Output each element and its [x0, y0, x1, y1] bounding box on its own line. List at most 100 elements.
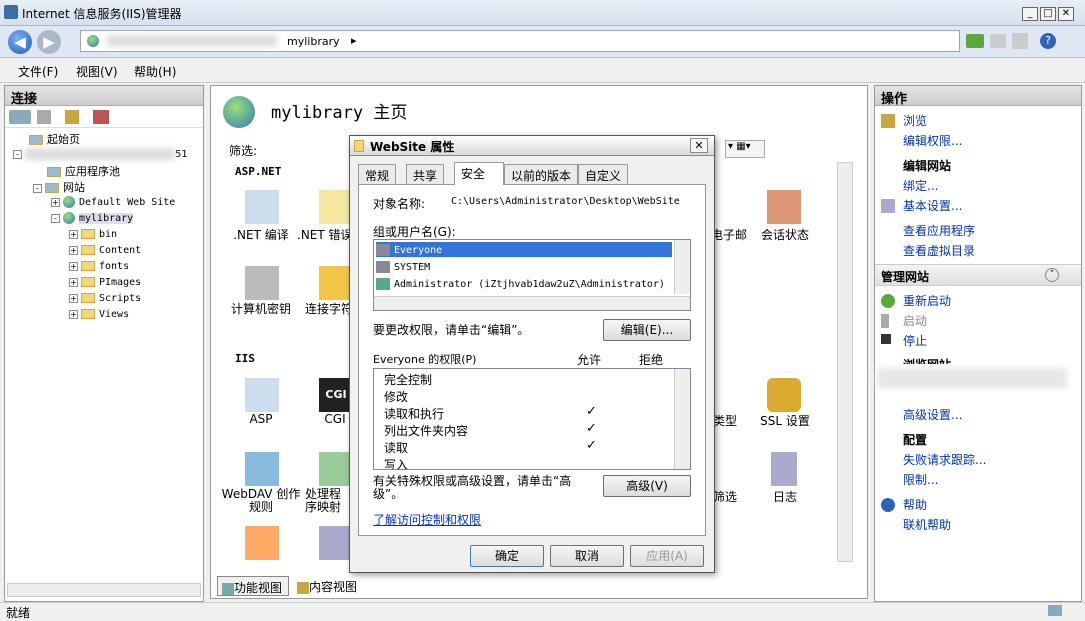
- feature-webdav[interactable]: WebDAV 创作规则: [221, 488, 301, 514]
- dialog-close-button[interactable]: ✕: [690, 138, 708, 153]
- users-hscrollbar[interactable]: [374, 296, 690, 310]
- refresh-icon[interactable]: [966, 34, 984, 48]
- tree-item-content[interactable]: + Content: [69, 243, 141, 256]
- ssl-lock-icon[interactable]: [767, 378, 801, 412]
- action-online-help[interactable]: 联机帮助: [903, 516, 951, 533]
- cancel-button[interactable]: 取消: [550, 545, 624, 567]
- session-state-icon[interactable]: [767, 190, 801, 224]
- machine-key-icon[interactable]: [245, 266, 279, 300]
- perm-row: 列出文件夹内容: [384, 424, 469, 438]
- feature-mime-partial[interactable]: 类型: [713, 412, 743, 429]
- tree-item-views[interactable]: + Views: [69, 307, 129, 320]
- action-start[interactable]: 启动: [903, 312, 927, 329]
- disconnect-icon[interactable]: [93, 110, 109, 124]
- feature-handlers[interactable]: 处理程序映射: [305, 488, 351, 514]
- handler-mappings-icon[interactable]: [319, 452, 353, 486]
- authentication-icon[interactable]: [245, 526, 279, 560]
- menu-file[interactable]: 文件(F): [18, 63, 58, 80]
- collapse-icon[interactable]: ˄: [1045, 268, 1059, 282]
- action-limits[interactable]: 限制...: [903, 471, 938, 488]
- action-help[interactable]: 帮助: [903, 496, 927, 513]
- tab-custom[interactable]: 自定义: [578, 164, 629, 184]
- up-icon[interactable]: [65, 110, 79, 124]
- stop-icon[interactable]: [990, 34, 1006, 48]
- action-failed-tracing[interactable]: 失败请求跟踪...: [903, 451, 986, 468]
- feature-ssl[interactable]: SSL 设置: [745, 412, 825, 429]
- group-by-dropdown[interactable]: ▾ ▦▾: [725, 140, 765, 158]
- content-view-tab[interactable]: 内容视图: [293, 576, 367, 596]
- edit-button[interactable]: 编辑(E)...: [603, 319, 691, 341]
- apply-button[interactable]: 应用(A): [630, 545, 704, 567]
- tree-item-fonts[interactable]: + fonts: [69, 259, 129, 272]
- tree-item-mylibrary[interactable]: - mylibrary: [51, 211, 134, 224]
- authorization-icon[interactable]: [319, 526, 353, 560]
- actions-header: 操作: [875, 86, 1081, 107]
- tree-item-default-site[interactable]: + Default Web Site: [51, 195, 175, 208]
- maximize-button[interactable]: □: [1040, 7, 1056, 21]
- tab-sharing[interactable]: 共享: [406, 164, 445, 184]
- action-view-vdirs[interactable]: 查看虚拟目录: [903, 242, 975, 259]
- net-compile-icon[interactable]: [245, 190, 279, 224]
- net-error-icon[interactable]: [319, 190, 353, 224]
- cgi-icon[interactable]: CGI: [319, 378, 353, 412]
- user-administrator[interactable]: Administrator (iZtjhvab1daw2uZ\Administr…: [376, 276, 665, 291]
- address-path[interactable]: mylibrary ▸: [80, 30, 960, 52]
- learn-link[interactable]: 了解访问控制和权限: [373, 511, 481, 528]
- menu-view[interactable]: 视图(V): [76, 63, 118, 80]
- users-list[interactable]: Everyone SYSTEM Administrator (iZtjhvab1…: [373, 239, 691, 311]
- action-edit-permissions[interactable]: 编辑权限...: [903, 132, 962, 149]
- address-segment[interactable]: mylibrary: [287, 35, 340, 48]
- feature-asp[interactable]: ASP: [221, 412, 301, 426]
- tree-item-server[interactable]: -51: [13, 147, 188, 160]
- users-scrollbar[interactable]: [674, 240, 690, 294]
- save-icon[interactable]: [37, 110, 51, 124]
- action-view-apps[interactable]: 查看应用程序: [903, 222, 975, 239]
- groups-label: 组或用户名(G):: [373, 225, 456, 239]
- action-advanced-settings[interactable]: 高级设置...: [903, 406, 962, 423]
- connection-strings-icon[interactable]: [319, 266, 353, 300]
- action-browse[interactable]: 浏览: [903, 112, 927, 129]
- feature-session-state[interactable]: 会话状态: [745, 226, 825, 243]
- action-bindings[interactable]: 绑定...: [903, 177, 938, 194]
- minimize-button[interactable]: _: [1022, 7, 1038, 21]
- tab-security[interactable]: 安全: [454, 162, 504, 185]
- action-restart[interactable]: 重新启动: [903, 292, 951, 309]
- help-icon[interactable]: ?: [1040, 33, 1056, 49]
- vertical-scrollbar[interactable]: [837, 162, 853, 562]
- advanced-button[interactable]: 高级(V): [603, 475, 691, 497]
- feature-filter-partial[interactable]: 筛选: [713, 488, 743, 505]
- tree-item-scripts[interactable]: + Scripts: [69, 291, 141, 304]
- action-basic-settings[interactable]: 基本设置...: [903, 197, 962, 214]
- user-group-icon: [376, 243, 390, 256]
- permissions-scrollbar[interactable]: [674, 369, 690, 469]
- home-icon[interactable]: [1012, 33, 1028, 49]
- feature-machine-key[interactable]: 计算机密钥: [221, 300, 301, 317]
- tree-item-pimages[interactable]: + PImages: [69, 275, 141, 288]
- feature-log[interactable]: 日志: [745, 488, 825, 505]
- tree-item-sites[interactable]: - 网站: [33, 179, 85, 195]
- tree-item-bin[interactable]: + bin: [69, 227, 117, 240]
- tree-item-apppools[interactable]: 应用程序池: [47, 163, 120, 179]
- features-view-tab[interactable]: 功能视图: [217, 576, 289, 596]
- tab-general[interactable]: 常规: [358, 164, 397, 184]
- ok-button[interactable]: 确定: [470, 545, 544, 567]
- user-system[interactable]: SYSTEM: [376, 259, 430, 274]
- tree-item-start[interactable]: 起始页: [29, 131, 80, 147]
- feature-net-compile[interactable]: .NET 编译: [221, 226, 301, 243]
- user-everyone[interactable]: Everyone: [376, 242, 672, 257]
- log-icon[interactable]: [771, 452, 797, 486]
- webdav-icon[interactable]: [245, 452, 279, 486]
- asp-icon[interactable]: [245, 378, 279, 412]
- back-button[interactable]: ◀: [8, 30, 32, 54]
- browse-site-header: 浏览网站: [903, 356, 951, 364]
- action-stop[interactable]: 停止: [903, 332, 927, 349]
- tab-previous-versions[interactable]: 以前的版本: [504, 164, 579, 184]
- allow-header: 允许: [577, 353, 602, 367]
- horizontal-scrollbar[interactable]: [7, 583, 201, 597]
- chevron-right-icon[interactable]: ▸: [351, 34, 357, 47]
- menu-help[interactable]: 帮助(H): [134, 63, 176, 80]
- close-button[interactable]: ✕: [1058, 7, 1074, 21]
- connect-icon[interactable]: [9, 110, 31, 124]
- forward-button[interactable]: ▶: [37, 30, 61, 54]
- dialog-title: WebSite 属性: [370, 140, 455, 154]
